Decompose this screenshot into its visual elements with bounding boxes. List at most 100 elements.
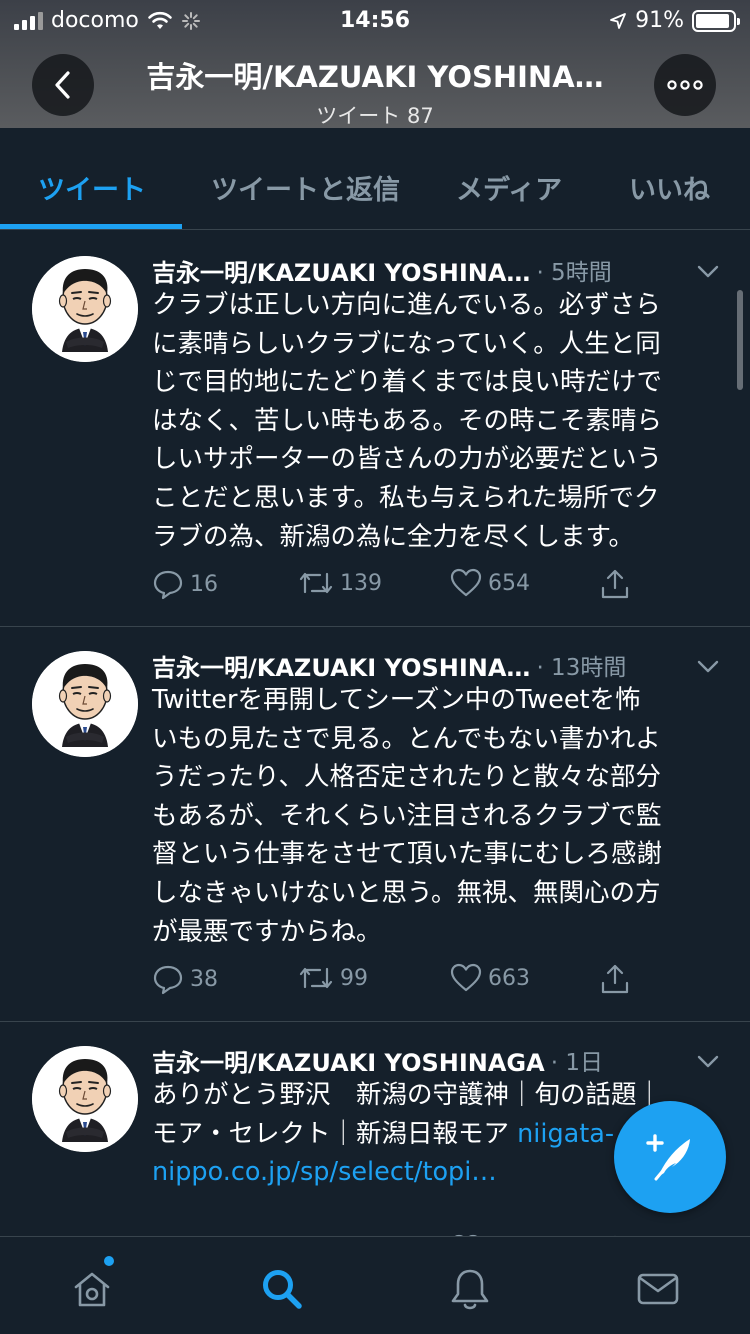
reply-count: 16 bbox=[190, 571, 218, 597]
chevron-left-icon bbox=[55, 71, 70, 99]
like-button[interactable]: 663 bbox=[450, 963, 530, 993]
tweet-line: しなきゃいけないと思う。無視、無関心の方 bbox=[152, 877, 661, 908]
heart-icon bbox=[450, 963, 482, 992]
author-name[interactable]: 吉永一明/KAZUAKI YOSHINA… bbox=[152, 253, 530, 288]
tweet-actions: 16 139 654 bbox=[152, 568, 652, 608]
avatar-eye-right bbox=[88, 1087, 98, 1090]
location-arrow-icon bbox=[610, 12, 626, 29]
timeline[interactable]: 吉永一明/KAZUAKI YOSHINA… · 5時間 クラブは正しい方向に進ん… bbox=[0, 230, 750, 1236]
active-tab-indicator bbox=[0, 224, 182, 229]
status-right: 91% bbox=[609, 8, 740, 33]
compose-tweet-icon bbox=[646, 1134, 690, 1181]
bottom-nav bbox=[0, 1236, 750, 1334]
tweet-line: ラブの為、新潟の為に全力を尽くします。 bbox=[152, 521, 634, 552]
tweet-header: 吉永一明/KAZUAKI YOSHINAGA · 1日 bbox=[152, 1040, 722, 1080]
tweet[interactable]: 吉永一明/KAZUAKI YOSHINA… · 5時間 クラブは正しい方向に進ん… bbox=[0, 230, 750, 627]
tweet-line: に素晴らしいクラブになっていく。人生と同 bbox=[152, 328, 661, 359]
share-button[interactable] bbox=[599, 568, 631, 600]
reply-count: 38 bbox=[190, 966, 218, 992]
like-button[interactable]: 654 bbox=[450, 568, 530, 598]
chevron-down-icon[interactable] bbox=[695, 258, 721, 284]
nav-notifications[interactable] bbox=[446, 1265, 494, 1313]
avatar-ear-left bbox=[58, 294, 68, 308]
avatar-eye-right bbox=[88, 692, 98, 695]
tab-media[interactable]: メディア bbox=[456, 168, 562, 207]
chevron-down-icon[interactable] bbox=[695, 653, 721, 679]
avatar-ear-left bbox=[58, 1084, 68, 1098]
avatar-eye-right bbox=[88, 297, 98, 300]
tab-tweets-and-replies[interactable]: ツイートと返信 bbox=[211, 168, 400, 207]
avatar-illustration bbox=[32, 651, 138, 757]
tab-likes[interactable]: いいね bbox=[629, 168, 710, 207]
tweet-actions: 38 99 663 bbox=[152, 963, 652, 1003]
share-icon bbox=[601, 569, 629, 599]
status-bar: docomo 14:56 91% bbox=[0, 0, 750, 40]
back-button[interactable] bbox=[32, 54, 94, 116]
tweet-line: Twitterを再開してシーズン中のTweetを怖 bbox=[152, 685, 641, 715]
tweet-text: クラブは正しい方向に進んでいる。必ずさら に素晴らしいクラブになっていく。人生と… bbox=[152, 286, 717, 556]
retweet-icon bbox=[299, 967, 333, 989]
avatar-illustration bbox=[32, 1046, 138, 1152]
notification-dot bbox=[104, 1256, 114, 1266]
nav-search[interactable] bbox=[258, 1265, 306, 1313]
nav-messages[interactable] bbox=[634, 1265, 682, 1313]
tweet[interactable]: 吉永一明/KAZUAKI YOSHINA… · 13時間 Twitterを再開し… bbox=[0, 627, 750, 1022]
avatar-brow-left bbox=[71, 1081, 82, 1084]
reply-icon bbox=[153, 965, 183, 995]
like-count: 663 bbox=[488, 965, 530, 991]
compose-tweet-button[interactable] bbox=[614, 1101, 726, 1213]
avatar-brow-left bbox=[71, 291, 82, 294]
avatar-illustration bbox=[32, 256, 138, 362]
tweet-header: 吉永一明/KAZUAKI YOSHINA… · 13時間 bbox=[152, 645, 722, 685]
header-title-block: 吉永一明/KAZUAKI YOSHINA… ツイート 87 bbox=[110, 54, 640, 130]
share-icon bbox=[601, 964, 629, 994]
avatar-brow-left bbox=[71, 686, 82, 689]
battery-icon bbox=[692, 9, 740, 32]
nav-home[interactable] bbox=[68, 1265, 116, 1313]
avatar-eye-left bbox=[72, 692, 82, 695]
more-button[interactable] bbox=[654, 54, 716, 116]
heart-icon bbox=[450, 568, 482, 597]
tweet-line: いもの見たさで見る。とんでもない書かれよ bbox=[152, 723, 661, 754]
tweet-text: Twitterを再開してシーズン中のTweetを怖 いもの見たさで見る。とんでも… bbox=[152, 681, 717, 951]
tweet-line: ありがとう野沢 新潟の守護神｜旬の話題｜ bbox=[152, 1080, 663, 1110]
tweet-line-text: モア・セレクト｜新潟日報モア bbox=[152, 1118, 518, 1149]
avatar[interactable] bbox=[32, 651, 138, 757]
avatar-brow-right bbox=[88, 1081, 99, 1084]
avatar-ear-right bbox=[102, 294, 112, 308]
tweet-line: うだったり、人格否定されたりと散々な部分 bbox=[152, 762, 661, 793]
more-dots-icon bbox=[667, 80, 703, 90]
reply-button[interactable]: 38 bbox=[152, 963, 218, 995]
reply-button[interactable]: 16 bbox=[152, 568, 218, 600]
avatar-brow-right bbox=[88, 686, 99, 689]
mail-icon bbox=[637, 1273, 679, 1305]
retweet-button[interactable]: 99 bbox=[298, 963, 368, 993]
tweet-time: · 13時間 bbox=[536, 655, 627, 681]
author-name[interactable]: 吉永一明/KAZUAKI YOSHINA… bbox=[152, 648, 530, 683]
retweet-count: 99 bbox=[340, 965, 368, 991]
avatar[interactable] bbox=[32, 256, 138, 362]
tweet-line: じで目的地にたどり着くまでは良い時だけで bbox=[152, 367, 663, 398]
avatar[interactable] bbox=[32, 1046, 138, 1152]
profile-header: docomo 14:56 91% 吉永一明/KAZUAKI YOSHINA… ツ… bbox=[0, 0, 750, 128]
avatar-brow-right bbox=[88, 291, 99, 294]
tweet-line: しいサポーターの皆さんの力が必要だという bbox=[152, 444, 663, 475]
tweet-line: が最悪ですからね。 bbox=[152, 916, 382, 947]
share-button[interactable] bbox=[599, 963, 631, 995]
retweet-button[interactable]: 139 bbox=[298, 568, 382, 598]
chevron-down-icon[interactable] bbox=[695, 1048, 721, 1074]
avatar-eye-left bbox=[72, 297, 82, 300]
tweet-link[interactable]: niigata- bbox=[517, 1119, 614, 1149]
tweet-line: ことだと思います。私も与えられた場所でク bbox=[152, 482, 660, 513]
tweet-header: 吉永一明/KAZUAKI YOSHINA… · 5時間 bbox=[152, 250, 722, 290]
tab-tweets[interactable]: ツイート bbox=[38, 168, 146, 207]
avatar-ear-right bbox=[102, 689, 112, 703]
author-name[interactable]: 吉永一明/KAZUAKI YOSHINAGA bbox=[152, 1043, 545, 1078]
search-icon bbox=[263, 1270, 302, 1309]
profile-tabs: ツイート ツイートと返信 メディア いいね bbox=[0, 128, 750, 230]
tweet-line: もあるが、それくらい注目されるクラブで監 bbox=[152, 800, 662, 831]
like-count: 654 bbox=[488, 570, 530, 596]
scrollbar[interactable] bbox=[737, 290, 743, 390]
reply-icon bbox=[153, 570, 183, 600]
home-icon bbox=[74, 1272, 110, 1307]
